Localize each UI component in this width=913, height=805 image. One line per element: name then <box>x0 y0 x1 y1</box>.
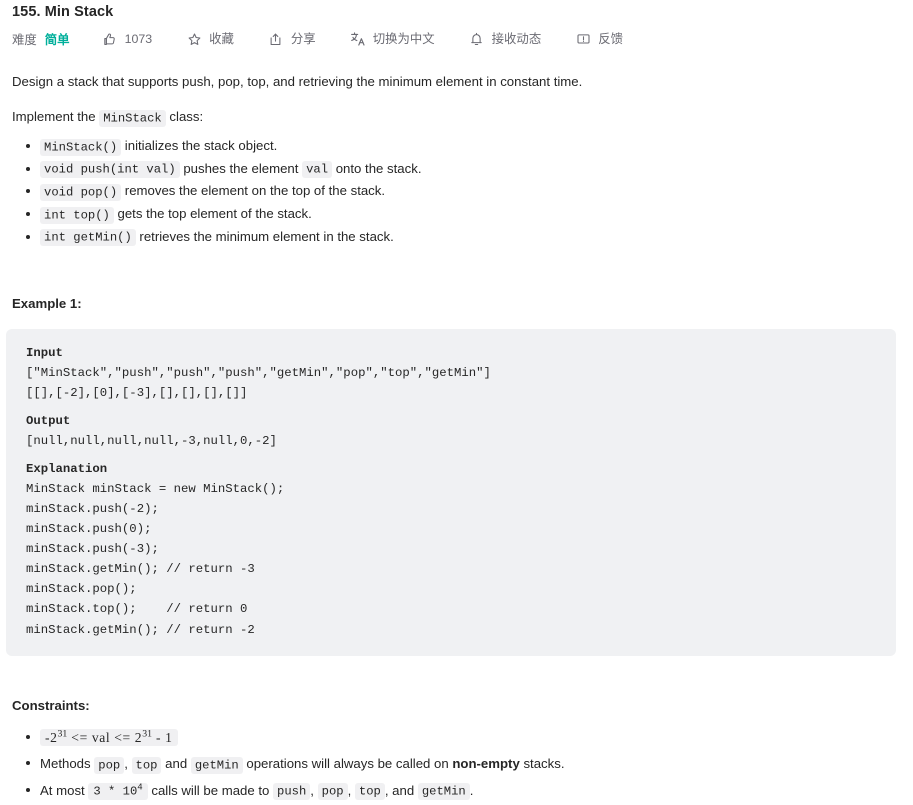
share-button[interactable]: 分享 <box>268 31 316 47</box>
list-item: void push(int val) pushes the element va… <box>26 158 901 181</box>
example-heading: Example 1: <box>12 296 82 312</box>
math-sup: 31 <box>57 728 68 740</box>
method-signature-code: int getMin() <box>40 229 136 247</box>
output-label: Output <box>26 414 71 429</box>
method-description: removes the element on the top of the st… <box>121 183 386 199</box>
favorite-label: 收藏 <box>209 31 234 46</box>
getmin-code: getMin <box>190 756 243 774</box>
translate-button[interactable]: 切换为中文 <box>350 31 435 47</box>
calls-text-2: calls will be made to <box>147 782 274 798</box>
list-item: int getMin() retrieves the minimum eleme… <box>26 226 901 249</box>
calls-text-5: , and <box>384 782 418 798</box>
top-code: top <box>131 756 162 774</box>
calls-text-3: , <box>310 782 318 798</box>
input-value: ["MinStack","push","push","push","getMin… <box>26 366 491 401</box>
methods-text-1: Methods <box>40 756 95 772</box>
method-description-cont: onto the stack. <box>332 160 422 176</box>
subscribe-label: 接收动态 <box>491 31 542 46</box>
code-spacer <box>26 451 876 459</box>
problem-intro: Design a stack that supports push, pop, … <box>12 74 583 89</box>
example-code-block: Input ["MinStack","push","push","push","… <box>6 329 896 656</box>
math-mid: <= val <= 2 <box>67 730 143 746</box>
math-post: - 1 <box>151 730 173 746</box>
methods-text-4: operations will always be called on <box>242 756 453 772</box>
like-count: 1073 <box>124 31 153 46</box>
calls-text-4: , <box>347 782 355 798</box>
meta-toolbar: 难度 简单 1073 收藏 分享 切换为中文 接收动态 反馈 <box>6 20 901 48</box>
methods-text-5: stacks. <box>519 756 565 772</box>
list-item: At most 3 * 104 calls will be made to pu… <box>26 778 901 805</box>
input-label: Input <box>26 346 63 361</box>
method-signature-code: void push(int val) <box>40 161 180 179</box>
calls-text-1: At most <box>40 782 89 798</box>
page-title: 155. Min Stack <box>12 4 114 20</box>
like-button[interactable]: 1073 <box>102 31 153 47</box>
bell-icon <box>469 31 485 47</box>
method-description: gets the top element of the stack. <box>113 206 312 221</box>
constraints-heading: Constraints: <box>12 697 90 713</box>
math-sup: 31 <box>142 728 152 740</box>
difficulty-group: 难度 简单 <box>12 30 102 48</box>
explanation-label: Explanation <box>26 462 108 477</box>
push-code: push <box>273 783 311 801</box>
implement-suffix: class: <box>165 109 204 125</box>
list-item: MinStack() initializes the stack object. <box>26 135 901 158</box>
pop-code: pop <box>317 783 348 801</box>
difficulty-label: 难度 <box>12 33 37 47</box>
explanation-value: MinStack minStack = new MinStack(); minS… <box>26 482 285 637</box>
list-item: Methods pop, top and getMin operations w… <box>26 751 901 778</box>
share-icon <box>268 31 284 47</box>
thumbs-up-icon <box>102 31 118 47</box>
top-code: top <box>354 783 385 801</box>
method-signature-code: int top() <box>40 206 114 224</box>
method-signature-code: void pop() <box>40 183 122 201</box>
output-value: [null,null,null,null,-3,null,0,-2] <box>26 434 277 449</box>
problem-page: 155. Min Stack 难度 简单 1073 收藏 分享 切换为中文 接收… <box>0 0 913 805</box>
method-list: MinStack() initializes the stack object.… <box>6 135 901 248</box>
constraints-list: -231 <= val <= 231 - 1 Methods pop, top … <box>6 725 901 805</box>
feedback-icon <box>575 31 591 47</box>
method-description: pushes the element <box>179 160 303 176</box>
param-val-code: val <box>302 161 333 179</box>
feedback-label: 反馈 <box>598 31 623 46</box>
share-label: 分享 <box>290 31 316 46</box>
math-pre: -2 <box>45 730 58 746</box>
favorite-button[interactable]: 收藏 <box>186 31 234 47</box>
method-signature-code: MinStack() <box>40 138 122 156</box>
methods-text-3: and <box>161 756 191 772</box>
math-sup: 4 <box>137 781 143 793</box>
feedback-button[interactable]: 反馈 <box>575 31 623 47</box>
getmin-code: getMin <box>417 783 470 801</box>
translate-label: 切换为中文 <box>372 31 435 46</box>
method-description: initializes the stack object. <box>121 138 278 154</box>
pop-code: pop <box>94 756 125 774</box>
subscribe-button[interactable]: 接收动态 <box>469 31 542 47</box>
implement-line: Implement the MinStack class: <box>6 107 901 128</box>
code-spacer <box>26 403 876 411</box>
list-item: void pop() removes the element on the to… <box>26 180 901 203</box>
call-count-math: 3 * 104 <box>88 781 148 801</box>
list-item: -231 <= val <= 231 - 1 <box>26 725 901 752</box>
method-description: retrieves the minimum element in the sta… <box>135 228 394 244</box>
star-icon <box>186 31 202 47</box>
methods-text-2: , <box>124 756 132 772</box>
implement-prefix: Implement the <box>12 109 100 125</box>
minstack-class-code: MinStack <box>99 109 166 127</box>
math-pre: 3 * 10 <box>93 784 138 799</box>
calls-text-6: . <box>469 782 474 798</box>
list-item: int top() gets the top element of the st… <box>26 203 901 226</box>
translate-icon <box>350 31 366 47</box>
constraint-range-math: -231 <= val <= 231 - 1 <box>40 728 178 747</box>
difficulty-value: 简单 <box>44 33 70 47</box>
non-empty-emphasis: non-empty <box>452 756 520 772</box>
